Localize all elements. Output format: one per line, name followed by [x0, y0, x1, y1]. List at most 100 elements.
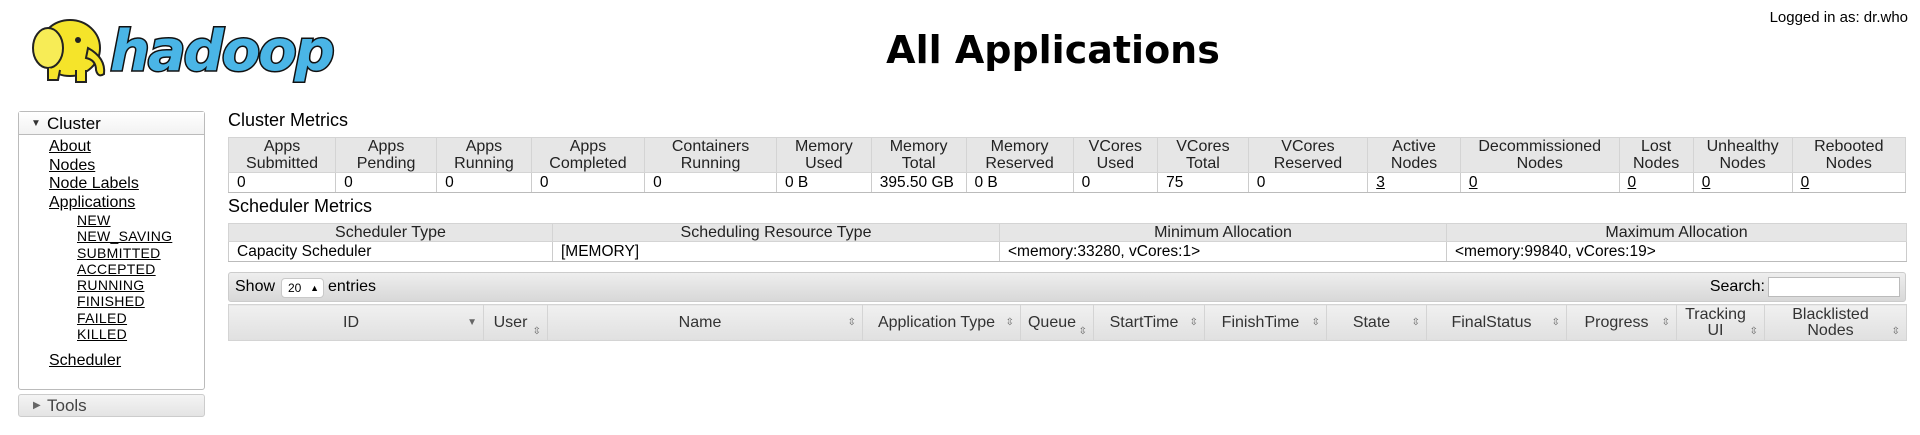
- cluster-metric-value-9: 75: [1157, 172, 1249, 193]
- cluster-metric-header-line: Running: [680, 155, 741, 172]
- cluster-metric-value-11: 3: [1367, 172, 1461, 193]
- scheduler-metrics-title: Scheduler Metrics: [228, 196, 373, 216]
- sidebar-link-about[interactable]: About: [49, 138, 204, 157]
- cluster-metric-value-6: 395.50 GB: [870, 172, 967, 193]
- sidebar-state-finished[interactable]: FINISHED: [77, 293, 204, 309]
- entries-label: entries: [328, 278, 377, 295]
- column-header-tracking-ui[interactable]: Tracking UI ⇳: [1676, 304, 1765, 341]
- column-header-label: Blacklisted Nodes: [1792, 305, 1869, 339]
- cluster-metric-value-4: 0: [644, 172, 777, 193]
- column-header-finalstatus[interactable]: FinalStatus ⇳: [1426, 304, 1567, 341]
- sidebar-state-submitted[interactable]: SUBMITTED: [77, 245, 204, 261]
- sidebar-state-running[interactable]: RUNNING: [77, 277, 204, 293]
- cluster-metric-header-line: Apps: [569, 138, 607, 155]
- cluster-metric-link[interactable]: 0: [1801, 174, 1810, 191]
- scheduler-max-allocation-value: <memory:99840, vCores:19>: [1446, 241, 1907, 262]
- cluster-metric-header-5: Memory Used: [775, 137, 872, 173]
- column-header-label: Queue: [1027, 313, 1077, 331]
- cluster-metrics-table: Apps Submitted Apps Pending Apps Running Apps C…: [227, 137, 1907, 193]
- sidebar-cluster-panel: ▼ Cluster About Nodes Node Labels Applic…: [18, 111, 205, 390]
- sidebar-state-failed[interactable]: FAILED: [77, 310, 204, 326]
- cluster-metric-header-7: Memory Reserved: [965, 137, 1074, 173]
- cluster-metric-header-line: Total: [1186, 155, 1220, 172]
- cluster-metric-header-line: Nodes: [1516, 155, 1563, 172]
- cluster-metric-value-14: 0: [1692, 172, 1793, 193]
- column-header-label: User: [493, 313, 528, 331]
- cluster-metric-header-line: Nodes: [1825, 155, 1872, 172]
- applications-table: ID ▼ User ⇳ Name ⇳ Application Type ⇳ Queue ⇳ Star…: [228, 304, 1907, 341]
- column-header-progress[interactable]: Progress ⇳: [1566, 304, 1677, 341]
- cluster-metric-value-1: 0: [335, 172, 438, 193]
- scheduler-header-resource-type: Scheduling Resource Type: [552, 223, 1000, 242]
- cluster-metric-header-0: Apps Submitted: [227, 137, 337, 173]
- cluster-metric-header-line: VCores: [1281, 138, 1335, 155]
- search-input[interactable]: [1768, 277, 1900, 297]
- cluster-metric-header-3: Apps Completed: [530, 137, 646, 173]
- column-header-label: Name: [678, 313, 722, 331]
- login-status: Logged in as: dr.who: [1769, 9, 1908, 26]
- cluster-metric-value-13: 0: [1618, 172, 1694, 193]
- scheduler-header-min-allocation: Minimum Allocation: [999, 223, 1447, 242]
- cluster-metric-header-line: Decommissioned: [1478, 138, 1602, 155]
- cluster-metric-header-line: Memory: [794, 138, 853, 155]
- column-header-queue[interactable]: Queue ⇳: [1020, 304, 1094, 341]
- sidebar-state-new[interactable]: NEW: [77, 212, 204, 228]
- cluster-metric-header-line: Total: [901, 155, 936, 172]
- column-header-name[interactable]: Name ⇳: [547, 304, 863, 341]
- triangle-down-icon: ▼: [31, 118, 41, 129]
- sidebar-state-new-saving[interactable]: NEW_SAVING: [77, 228, 204, 244]
- sidebar-link-node-labels[interactable]: Node Labels: [49, 175, 204, 194]
- sidebar-link-applications[interactable]: Applications: [49, 194, 204, 213]
- cluster-metric-link[interactable]: 0: [1469, 174, 1478, 191]
- cluster-metric-link[interactable]: 3: [1376, 174, 1385, 191]
- page-size-value: 20: [288, 281, 302, 295]
- column-header-state[interactable]: State ⇳: [1326, 304, 1427, 341]
- cluster-metric-header-2: Apps Running: [436, 137, 532, 173]
- sort-both-icon: ⇳: [532, 326, 541, 337]
- cluster-metric-header-line: Pending: [356, 155, 416, 172]
- column-header-id[interactable]: ID ▼: [228, 304, 484, 341]
- sort-both-icon: ⇳: [1411, 317, 1420, 328]
- sort-both-icon: ⇳: [1189, 317, 1198, 328]
- cluster-metric-link[interactable]: 0: [1628, 174, 1637, 191]
- cluster-metric-header-line: Used: [1096, 155, 1135, 172]
- apps-table-toolbar: Show 20 ▲︎ entries Search:: [228, 272, 1906, 302]
- sidebar-state-killed[interactable]: KILLED: [77, 326, 204, 342]
- sidebar-cluster-label: Cluster: [47, 114, 101, 133]
- cluster-metric-header-11: Active Nodes: [1367, 137, 1461, 173]
- cluster-metric-header-1: Apps Pending: [335, 137, 438, 173]
- cluster-metric-header-line: Lost: [1640, 138, 1672, 155]
- sidebar-link-nodes[interactable]: Nodes: [49, 157, 204, 176]
- cluster-metric-header-line: Submitted: [246, 155, 319, 172]
- sidebar-state-accepted[interactable]: ACCEPTED: [77, 261, 204, 277]
- cluster-metric-header-line: Containers: [671, 138, 750, 155]
- cluster-metric-header-line: VCores: [1088, 138, 1143, 155]
- cluster-metric-header-line: Nodes: [1390, 155, 1438, 172]
- cluster-metric-header-14: Unhealthy Nodes: [1692, 137, 1793, 173]
- cluster-metric-header-line: Nodes: [1719, 155, 1766, 172]
- sidebar-tools-header[interactable]: ▶ Tools: [18, 394, 205, 417]
- column-header-blacklisted-nodes[interactable]: Blacklisted Nodes ⇳: [1764, 304, 1907, 341]
- column-header-starttime[interactable]: StartTime ⇳: [1093, 304, 1205, 341]
- column-header-application-type[interactable]: Application Type ⇳: [862, 304, 1021, 341]
- cluster-metric-header-line: Used: [805, 155, 843, 172]
- column-header-user[interactable]: User ⇳: [483, 304, 548, 341]
- search-label: Search:: [1709, 278, 1765, 295]
- cluster-metric-header-12: Decommissioned Nodes: [1459, 137, 1620, 173]
- column-header-label: ID: [343, 313, 359, 331]
- cluster-metric-header-line: Memory: [990, 138, 1049, 155]
- sidebar-cluster-header[interactable]: ▼ Cluster: [19, 112, 204, 135]
- cluster-metric-value-5: 0 B: [775, 172, 872, 193]
- cluster-metric-header-line: Nodes: [1632, 155, 1680, 172]
- cluster-metric-link[interactable]: 0: [1702, 174, 1711, 191]
- sort-both-icon: ⇳: [1078, 326, 1087, 337]
- cluster-metric-header-line: Unhealthy: [1706, 138, 1779, 155]
- page-size-select[interactable]: 20 ▲︎: [281, 278, 324, 298]
- column-header-finishtime[interactable]: FinishTime ⇳: [1204, 304, 1327, 341]
- sidebar-link-scheduler[interactable]: Scheduler: [49, 352, 204, 371]
- cluster-metric-header-line: Reserved: [985, 155, 1054, 172]
- cluster-metric-header-line: VCores: [1176, 138, 1230, 155]
- scheduler-header-max-allocation: Maximum Allocation: [1446, 223, 1907, 242]
- cluster-metric-header-line: Completed: [549, 155, 627, 172]
- cluster-metric-header-15: Rebooted Nodes: [1791, 137, 1907, 173]
